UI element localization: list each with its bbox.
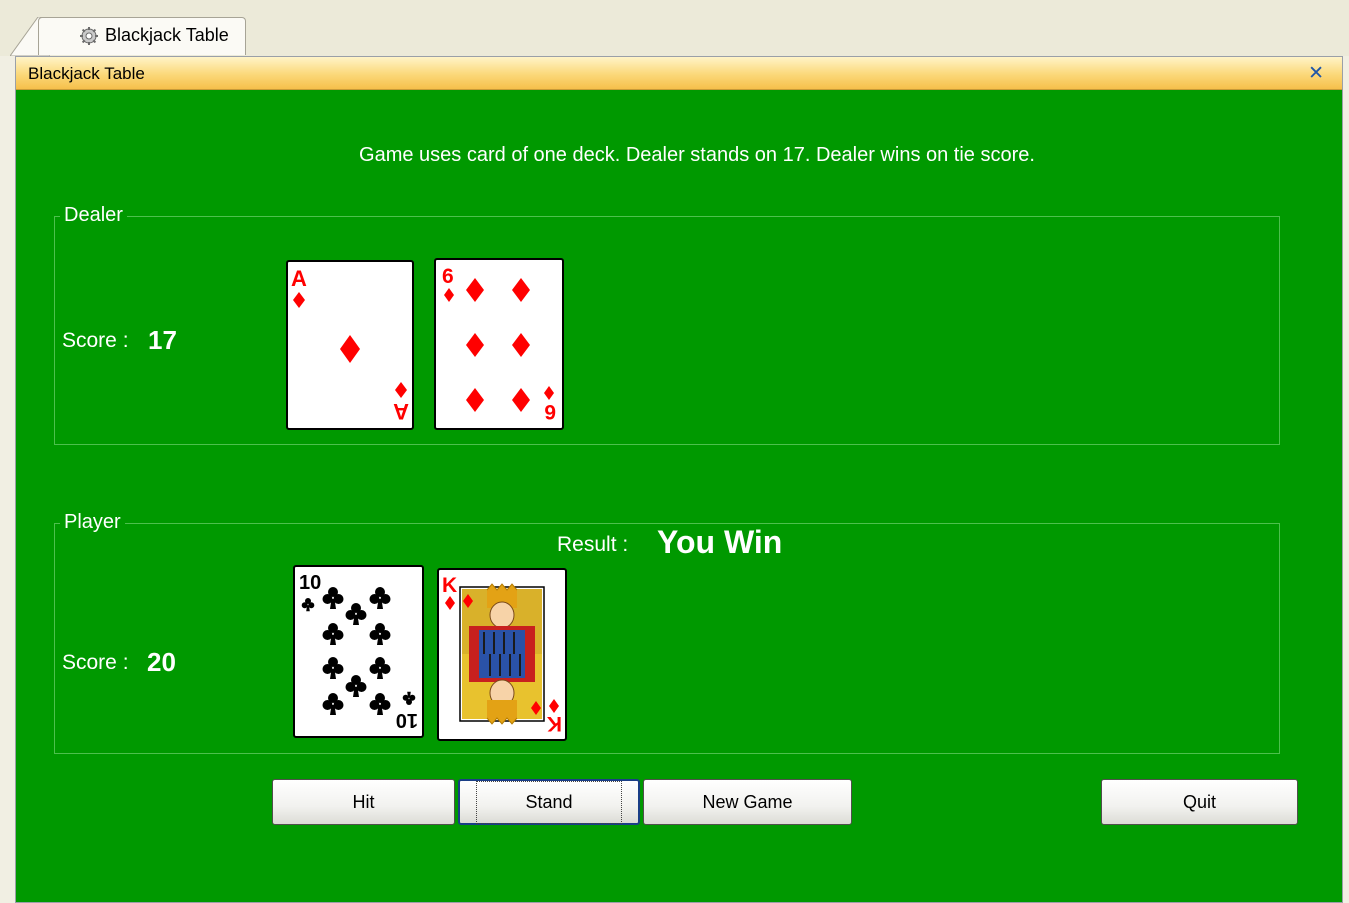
game-table: Game uses card of one deck. Dealer stand… bbox=[19, 90, 1339, 900]
dealer-card-1: A A bbox=[286, 260, 414, 430]
player-card-2: K K bbox=[437, 568, 567, 741]
player-card-1: 10 10 bbox=[293, 565, 424, 738]
stand-button[interactable]: Stand bbox=[458, 779, 640, 825]
gear-icon bbox=[80, 27, 98, 45]
svg-text:10: 10 bbox=[299, 572, 321, 594]
window-title: Blackjack Table bbox=[28, 64, 145, 83]
quit-button-label: Quit bbox=[1182, 791, 1216, 812]
hit-button-label: Hit bbox=[352, 791, 375, 812]
new-game-button-label: New Game bbox=[702, 791, 793, 812]
svg-text:10: 10 bbox=[396, 709, 418, 731]
svg-text:A: A bbox=[291, 266, 307, 291]
blackjack-window: Blackjack Table ✕ Game uses card of one … bbox=[15, 56, 1343, 903]
player-score-label: Score : bbox=[62, 651, 129, 674]
svg-text:6: 6 bbox=[442, 265, 454, 288]
tab-label: Blackjack Table bbox=[105, 25, 229, 45]
window-titlebar: Blackjack Table ✕ bbox=[16, 57, 1342, 90]
rules-text: Game uses card of one deck. Dealer stand… bbox=[359, 144, 1035, 166]
player-legend: Player bbox=[60, 511, 125, 534]
hit-button[interactable]: Hit bbox=[272, 779, 455, 825]
new-game-button[interactable]: New Game bbox=[643, 779, 852, 825]
ace-of-diamonds-card: A A bbox=[291, 266, 409, 424]
close-icon[interactable]: ✕ bbox=[1308, 62, 1324, 84]
king-of-diamonds-card: K K bbox=[442, 574, 562, 735]
svg-text:K: K bbox=[442, 574, 457, 597]
tab-blackjack-table[interactable]: Blackjack Table bbox=[38, 17, 246, 55]
dealer-score-value: 17 bbox=[148, 325, 177, 355]
dealer-card-2: 6 6 bbox=[434, 258, 564, 430]
six-of-diamonds-card: 6 6 bbox=[442, 265, 556, 423]
player-score-value: 20 bbox=[147, 647, 176, 677]
svg-text:K: K bbox=[547, 712, 562, 735]
svg-text:6: 6 bbox=[544, 400, 556, 423]
tab-strip: Blackjack Table bbox=[0, 0, 1349, 56]
svg-text:A: A bbox=[393, 399, 409, 424]
quit-button[interactable]: Quit bbox=[1101, 779, 1298, 825]
ten-of-clubs-card: 10 10 bbox=[299, 572, 418, 731]
player-group: Player Score : 20 10 10 K K bbox=[54, 511, 1280, 754]
stand-button-label: Stand bbox=[476, 780, 622, 824]
dealer-group: Dealer Score : 17 A A 6 6 bbox=[54, 204, 1280, 445]
dealer-legend: Dealer bbox=[60, 204, 127, 227]
dealer-score-label: Score : bbox=[62, 329, 129, 352]
